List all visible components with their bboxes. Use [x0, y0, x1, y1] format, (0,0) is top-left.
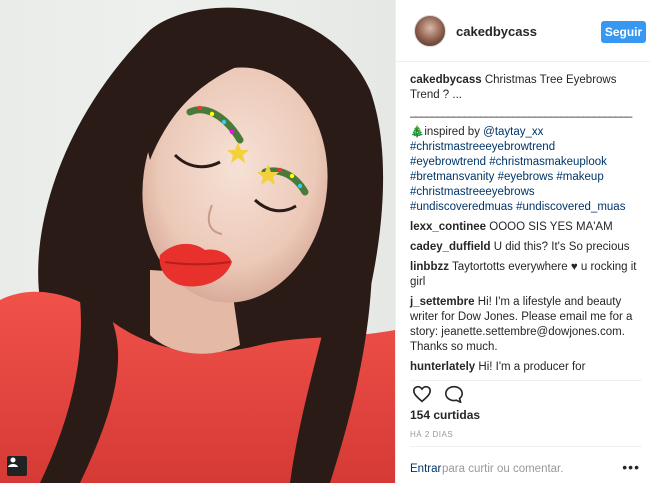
follow-button[interactable]: Seguir	[601, 21, 646, 43]
post-header: cakedbycass Seguir	[396, 0, 650, 62]
avatar[interactable]	[414, 15, 446, 47]
hashtag-link[interactable]: #makeup	[556, 171, 603, 183]
comment-footer: Entrar para curtir ou comentar. •••	[410, 446, 642, 483]
comment-username[interactable]: linbbzz	[410, 261, 449, 273]
comment-username[interactable]: cadey_duffield	[410, 241, 491, 253]
caption-separator: ________________________________________…	[410, 106, 632, 118]
caption: cakedbycass Christmas Tree Eyebrows Tren…	[410, 73, 642, 103]
comment-icon[interactable]	[444, 385, 464, 408]
hashtag-link[interactable]: #eyebrows	[498, 171, 554, 183]
comment-username[interactable]: hunterlately	[410, 361, 475, 373]
comments-list: cakedbycass Christmas Tree Eyebrows Tren…	[410, 73, 642, 375]
hashtag-link[interactable]: #undiscovered_muas	[516, 201, 625, 213]
heart-icon[interactable]	[412, 385, 432, 408]
post-photo[interactable]	[0, 0, 395, 483]
selfie-illustration	[0, 7, 395, 483]
comment-username[interactable]: j_settembre	[410, 296, 475, 308]
hashtag-link[interactable]: #undiscoveredmuas	[410, 201, 513, 213]
likes-count[interactable]: 154 curtidas	[410, 408, 480, 422]
caption-username[interactable]: cakedbycass	[410, 74, 482, 86]
comment-item: lexx_continee OOOO SIS YES MA'AM	[410, 220, 642, 235]
hashtag-link[interactable]: #bretmansvanity	[410, 171, 494, 183]
header-username[interactable]: cakedbycass	[456, 24, 537, 39]
comment-text: Hi! I'm a producer for	[478, 361, 586, 373]
login-link[interactable]: Entrar	[410, 463, 441, 475]
post-timestamp[interactable]: HÁ 2 DIAS	[410, 430, 453, 439]
inspired-text: inspired by	[424, 126, 484, 138]
hashtag-link[interactable]: #christmasmakeuplook	[489, 156, 607, 168]
mention-link[interactable]: @taytay_xx	[483, 126, 543, 138]
comment-item: cadey_duffield U did this? It's So preci…	[410, 240, 642, 255]
hashtag-link[interactable]: #christmastreeeyebrows	[410, 186, 535, 198]
hashtag-link[interactable]: #eyebrowtrend	[410, 156, 486, 168]
comment-text: OOOO SIS YES MA'AM	[489, 221, 613, 233]
more-options-icon[interactable]: •••	[622, 459, 640, 475]
comment-username[interactable]: lexx_continee	[410, 221, 486, 233]
comment-item: hunterlately Hi! I'm a producer for	[410, 360, 642, 375]
tree-emoji: 🎄	[410, 126, 425, 138]
caption-hashtags: 🎄inspired by @taytay_xx #christmastreeey…	[410, 125, 642, 215]
comment-item: linbbzz Taytortotts everywhere ♥ u rocki…	[410, 260, 642, 290]
post-actions	[410, 380, 642, 405]
comment-text: U did this? It's So precious	[493, 241, 630, 253]
post-sidebar: cakedbycass Seguir cakedbycass Christmas…	[395, 0, 650, 483]
image-type-icon	[7, 456, 27, 476]
login-prompt-text: para curtir ou comentar.	[442, 463, 564, 475]
hashtag-link[interactable]: #christmastreeeyebrowtrend	[410, 141, 555, 153]
comment-item: j_settembre Hi! I'm a lifestyle and beau…	[410, 295, 642, 355]
